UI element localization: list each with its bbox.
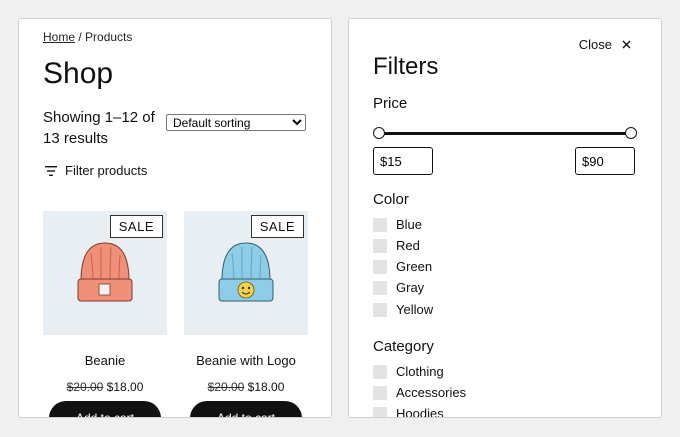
checkbox[interactable] xyxy=(373,406,387,417)
product-price: $20.00 $18.00 xyxy=(184,380,308,394)
close-icon xyxy=(622,40,631,49)
filter-products-label: Filter products xyxy=(65,163,148,178)
product-card-beanie[interactable]: SALE Beanie $20.00 $18.00 Add to cart xyxy=(43,211,167,417)
option-label: Clothing xyxy=(396,364,444,379)
category-heading: Category xyxy=(373,338,434,355)
original-price: $20.00 xyxy=(207,380,245,394)
product-image[interactable]: SALE xyxy=(184,211,308,335)
filter-icon xyxy=(45,165,57,176)
product-card-beanie-with-logo[interactable]: SALE Beanie with Logo $20.00 $18.00 Add … xyxy=(184,211,308,417)
sale-badge: SALE xyxy=(109,215,163,238)
checkbox[interactable] xyxy=(373,364,387,379)
close-label: Close xyxy=(578,37,612,52)
breadcrumb: Home / Products xyxy=(43,30,132,44)
slider-min-handle[interactable] xyxy=(373,127,385,139)
breadcrumb-separator: / xyxy=(75,30,86,44)
sorting-select[interactable]: Default sorting xyxy=(166,114,306,131)
checkbox[interactable] xyxy=(373,217,387,232)
sale-price: $18.00 xyxy=(247,380,285,394)
slider-track xyxy=(379,132,631,135)
result-count: Showing 1–12 of 13 results xyxy=(43,109,155,147)
option-label: Hoodies xyxy=(396,406,444,418)
color-option-gray[interactable]: Gray xyxy=(373,280,424,295)
option-label: Accessories xyxy=(396,385,467,400)
slider-max-handle[interactable] xyxy=(625,127,637,139)
price-range-slider[interactable] xyxy=(373,127,637,139)
breadcrumb-current: Products xyxy=(85,30,133,44)
category-option-accessories[interactable]: Accessories xyxy=(373,385,466,400)
color-option-green[interactable]: Green xyxy=(373,259,432,274)
category-option-hoodies[interactable]: Hoodies xyxy=(373,406,444,418)
color-option-yellow[interactable]: Yellow xyxy=(373,302,433,317)
product-image[interactable]: SALE xyxy=(43,211,167,335)
page-title: Shop xyxy=(43,57,114,90)
original-price: $20.00 xyxy=(66,380,104,394)
max-price-input[interactable] xyxy=(575,147,635,175)
checkbox[interactable] xyxy=(373,302,387,317)
checkbox[interactable] xyxy=(373,280,387,295)
shop-panel: Home / Products Shop Showing 1–12 of 13 … xyxy=(18,18,332,418)
checkbox[interactable] xyxy=(373,238,387,253)
category-option-clothing[interactable]: Clothing xyxy=(373,364,444,379)
checkbox[interactable] xyxy=(373,259,387,274)
filters-title: Filters xyxy=(373,53,439,80)
color-option-blue[interactable]: Blue xyxy=(373,217,422,232)
checkbox[interactable] xyxy=(373,385,387,400)
add-to-cart-button[interactable]: Add to cart xyxy=(190,401,302,417)
option-label: Green xyxy=(396,259,433,274)
option-label: Red xyxy=(396,238,420,253)
add-to-cart-button[interactable]: Add to cart xyxy=(49,401,161,417)
option-label: Gray xyxy=(396,280,425,295)
product-name[interactable]: Beanie xyxy=(43,353,167,368)
option-label: Blue xyxy=(396,217,423,232)
filters-panel: Close Filters Price Color Blue Red Green… xyxy=(348,18,662,418)
product-name[interactable]: Beanie with Logo xyxy=(184,353,308,368)
product-price: $20.00 $18.00 xyxy=(43,380,167,394)
sale-badge: SALE xyxy=(250,215,304,238)
min-price-input[interactable] xyxy=(373,147,433,175)
filter-products-button[interactable]: Filter products xyxy=(45,163,147,178)
color-option-red[interactable]: Red xyxy=(373,238,420,253)
color-heading: Color xyxy=(373,191,409,208)
breadcrumb-home-link[interactable]: Home xyxy=(43,30,75,44)
price-heading: Price xyxy=(373,95,408,112)
option-label: Yellow xyxy=(396,302,434,317)
sale-price: $18.00 xyxy=(106,380,144,394)
close-button[interactable]: Close xyxy=(579,37,631,52)
